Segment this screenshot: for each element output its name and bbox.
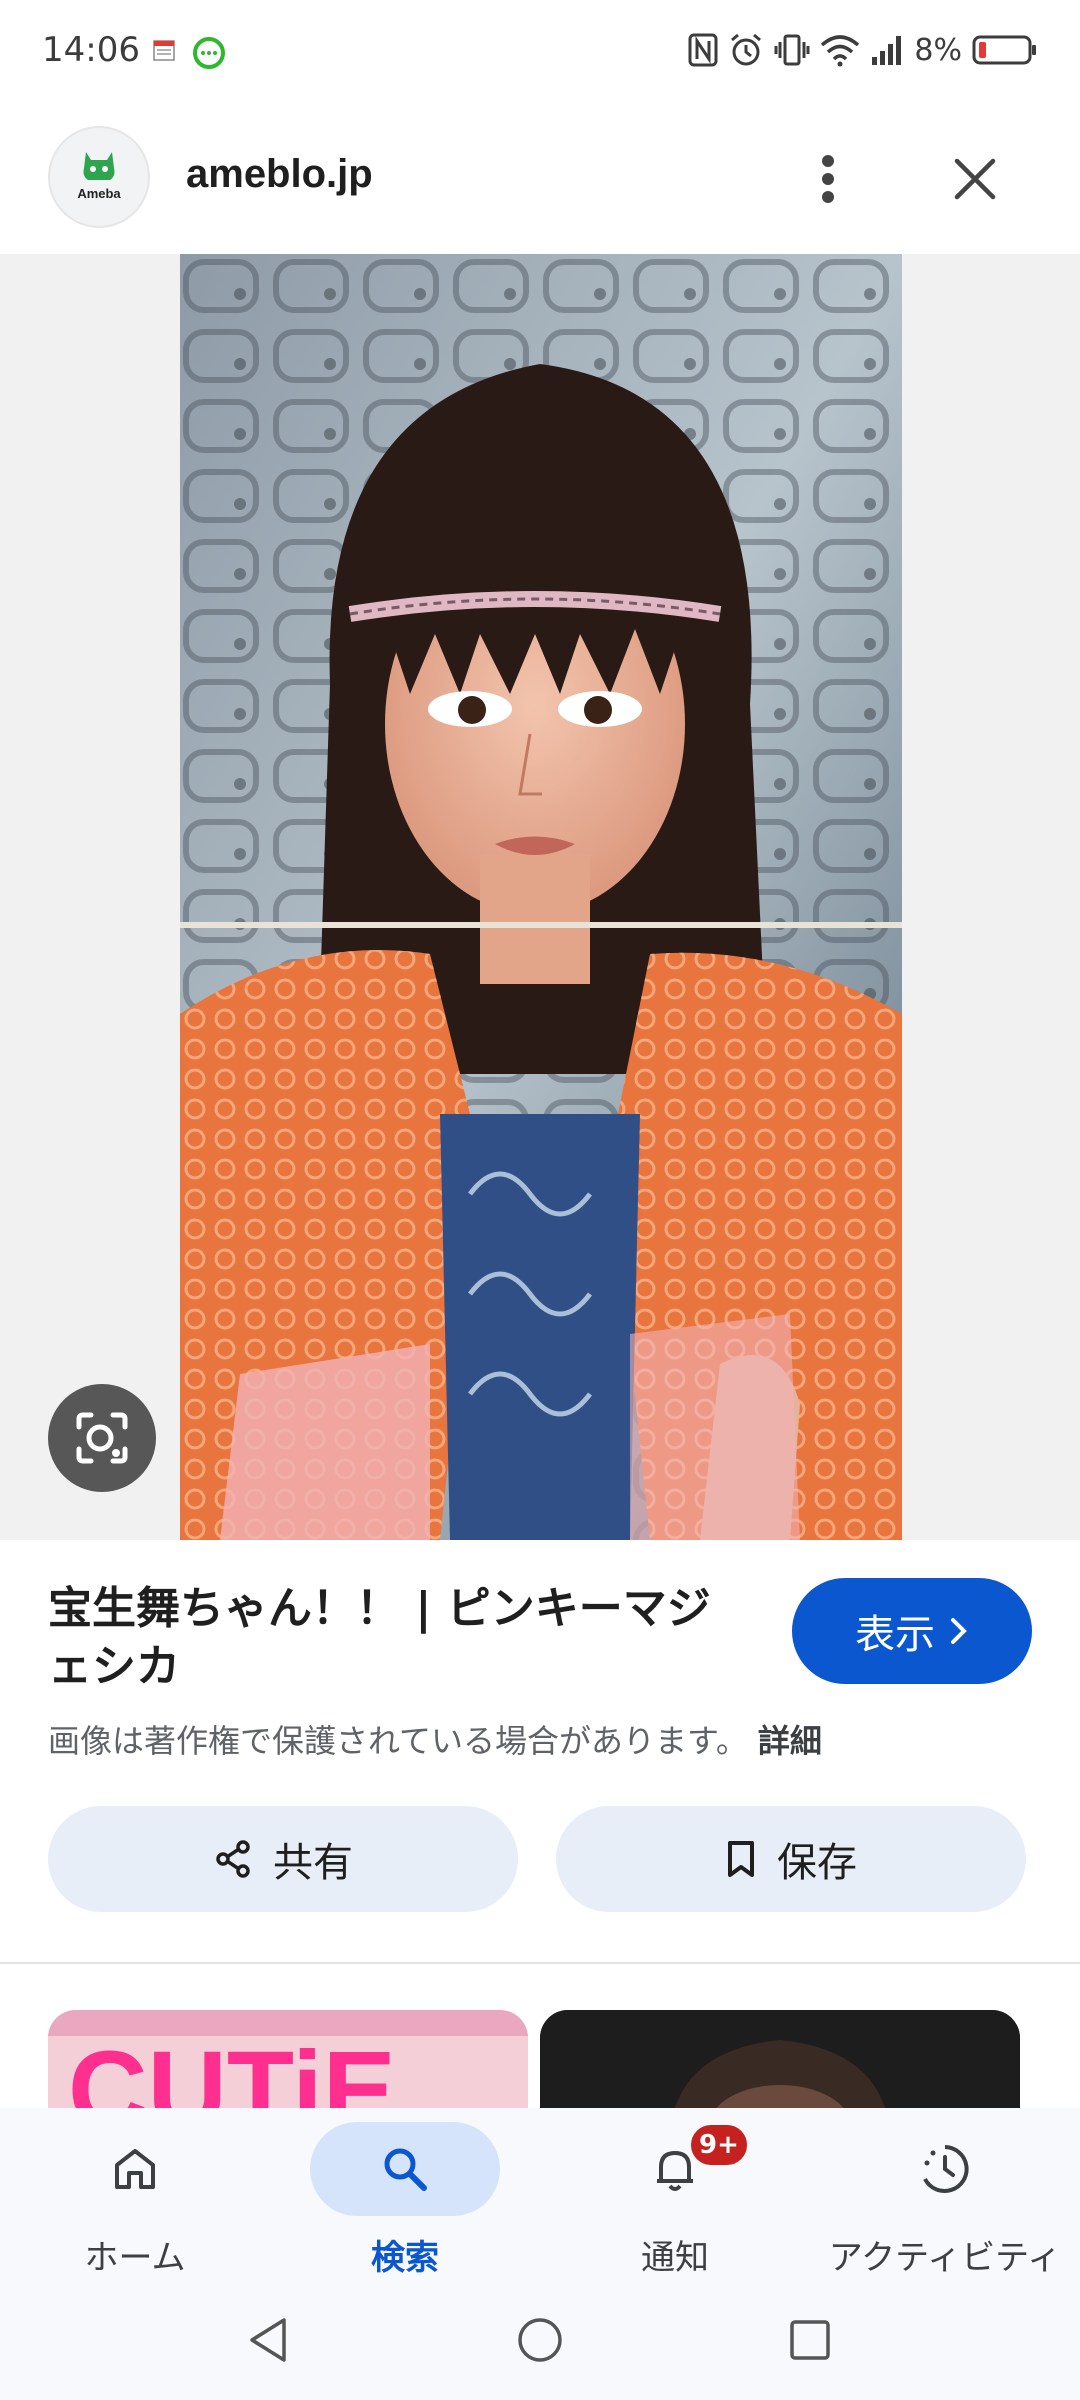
notification-badge: 9+ bbox=[688, 2122, 750, 2168]
share-icon bbox=[216, 1840, 250, 1878]
recents-square-icon bbox=[790, 2320, 830, 2360]
calendar-icon bbox=[153, 40, 175, 61]
system-icons: 8% bbox=[688, 28, 1038, 72]
alarm-icon bbox=[731, 33, 762, 66]
nav-search-label: 検索 bbox=[371, 2238, 439, 2278]
nav-activity-icon-wrap bbox=[850, 2122, 1040, 2216]
visit-button[interactable]: 表示 bbox=[792, 1578, 1032, 1684]
status-bar: 14:06 8% bbox=[0, 0, 1080, 104]
share-button[interactable]: 共有 bbox=[48, 1806, 518, 1912]
copyright-text: 画像は著作権で保護されている場合があります。 bbox=[48, 1722, 748, 1760]
bookmark-icon bbox=[728, 1841, 754, 1877]
result-photo[interactable] bbox=[180, 254, 902, 1540]
more-vert-icon bbox=[822, 155, 834, 203]
lens-icon bbox=[76, 1412, 128, 1464]
activity-icon bbox=[923, 2145, 969, 2193]
battery-percent: 8% bbox=[914, 32, 962, 68]
chat-icon bbox=[193, 37, 225, 69]
bottom-navigation: ホーム 検索 9+ 通知 アクティビティ bbox=[0, 2108, 1080, 2400]
save-label: 保存 bbox=[777, 1840, 857, 1886]
site-logo[interactable]: Ameba bbox=[48, 126, 150, 228]
more-options-button[interactable] bbox=[800, 144, 856, 214]
close-icon bbox=[954, 158, 996, 200]
search-icon bbox=[384, 2148, 427, 2191]
divider bbox=[0, 1962, 1080, 1964]
home-icon bbox=[115, 2149, 155, 2189]
save-button[interactable]: 保存 bbox=[556, 1806, 1026, 1912]
nav-search[interactable]: 検索 bbox=[270, 2122, 540, 2292]
site-header: Ameba ameblo.jp bbox=[0, 104, 1080, 254]
share-label: 共有 bbox=[273, 1840, 353, 1886]
visit-label: 表示 bbox=[855, 1612, 935, 1658]
battery-icon bbox=[972, 35, 1036, 65]
nav-home-icon-wrap bbox=[40, 2122, 230, 2216]
related-images: CUTiE bbox=[48, 2010, 1048, 2130]
home-button[interactable] bbox=[510, 2310, 570, 2370]
svg-text:Ameba: Ameba bbox=[77, 186, 121, 201]
details-link[interactable]: 詳細 bbox=[758, 1722, 822, 1760]
site-domain[interactable]: ameblo.jp bbox=[186, 152, 373, 197]
home-circle-icon bbox=[518, 2318, 562, 2362]
back-button[interactable] bbox=[238, 2310, 298, 2370]
nav-notifications[interactable]: 9+ 通知 bbox=[540, 2122, 810, 2292]
image-viewer[interactable] bbox=[0, 254, 1080, 1540]
google-lens-button[interactable] bbox=[48, 1384, 156, 1492]
ameba-logo-icon: Ameba bbox=[77, 152, 121, 201]
nav-search-icon-wrap bbox=[310, 2122, 500, 2216]
nav-activity[interactable]: アクティビティ bbox=[810, 2122, 1080, 2292]
signal-icon bbox=[872, 36, 902, 65]
back-triangle-icon bbox=[250, 2318, 286, 2362]
copyright-notice: 画像は著作権で保護されている場合があります。 詳細 bbox=[48, 1716, 822, 1762]
wifi-icon bbox=[821, 35, 860, 67]
nav-notifications-icon-wrap: 9+ bbox=[580, 2122, 770, 2216]
nav-home[interactable]: ホーム bbox=[0, 2122, 270, 2292]
chevron-right-icon bbox=[951, 1618, 967, 1644]
nfc-icon bbox=[688, 33, 718, 67]
image-title[interactable]: 宝生舞ちゃん！！ | ピンキーマジェシカ bbox=[48, 1580, 748, 1696]
close-button[interactable] bbox=[940, 144, 1010, 214]
nav-activity-label: アクティビティ bbox=[828, 2238, 1062, 2278]
system-navigation bbox=[0, 2290, 1080, 2380]
status-time: 14:06 bbox=[42, 30, 140, 70]
nav-home-label: ホーム bbox=[84, 2238, 186, 2278]
recents-button[interactable] bbox=[780, 2310, 840, 2370]
vibrate-icon bbox=[774, 34, 810, 66]
nav-notifications-label: 通知 bbox=[641, 2238, 709, 2278]
